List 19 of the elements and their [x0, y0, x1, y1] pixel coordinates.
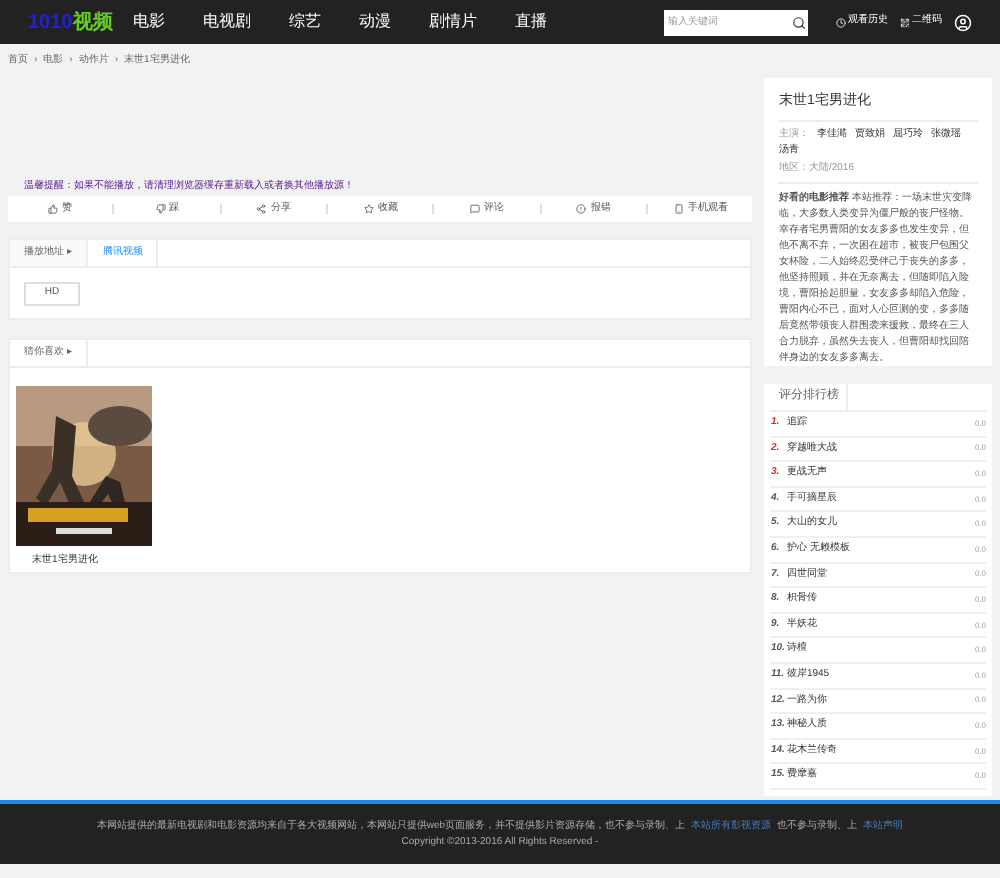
alert-icon	[576, 204, 587, 214]
user-icon[interactable]	[954, 13, 972, 31]
share-icon	[256, 204, 267, 214]
nav-link[interactable]: 电影	[132, 10, 165, 34]
qr-code-icon	[900, 17, 910, 27]
nav-link[interactable]: 电视剧	[202, 10, 251, 34]
thumbs-down-icon	[155, 204, 166, 214]
thumbs-up-icon	[48, 204, 59, 214]
nav-link[interactable]: 剧情片	[428, 10, 477, 34]
search-icon	[791, 15, 805, 29]
logo-text[interactable]: 视频	[72, 7, 113, 37]
nav-link[interactable]: 直播	[514, 10, 547, 34]
phone-icon	[673, 204, 684, 214]
nav-link[interactable]: 动漫	[358, 10, 391, 34]
nav-link[interactable]: 综艺	[288, 10, 321, 34]
star-icon	[363, 204, 374, 214]
clock-icon	[836, 17, 846, 27]
comment-icon	[470, 204, 481, 214]
search-button[interactable]	[788, 9, 808, 35]
